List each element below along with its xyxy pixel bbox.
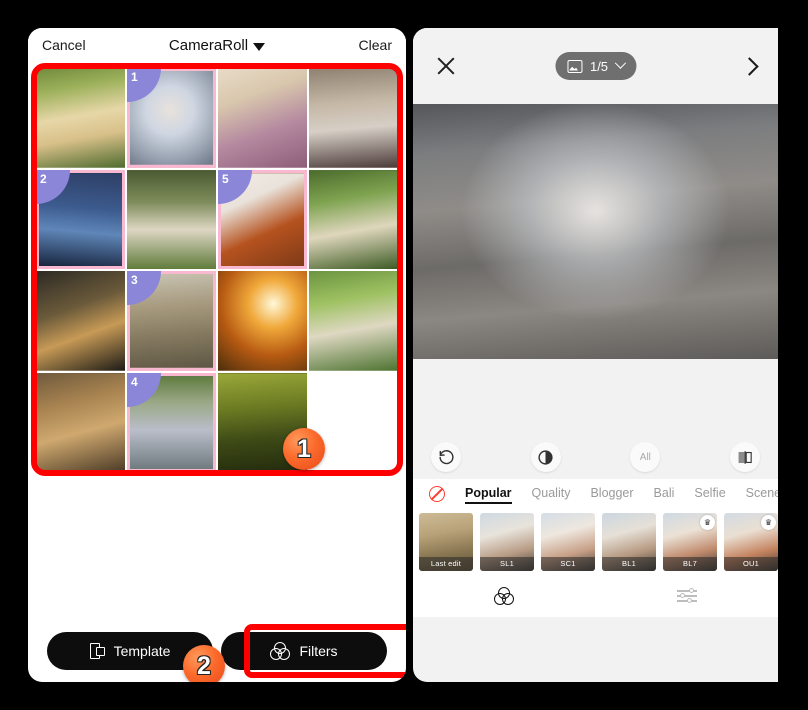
- compare-button[interactable]: [730, 442, 761, 472]
- crown-icon: ♛: [761, 515, 776, 530]
- photo-thumbnail: [36, 68, 125, 168]
- clear-button[interactable]: Clear: [359, 37, 392, 53]
- photo-cell[interactable]: [36, 372, 125, 472]
- photo-cell[interactable]: [309, 68, 398, 168]
- filter-thumb[interactable]: BL1: [602, 513, 656, 571]
- nav-adjust[interactable]: [596, 588, 779, 604]
- filter-category-tabs[interactable]: Popular Quality Blogger Bali Selfie Scen…: [413, 479, 778, 509]
- photo-thumbnail: [309, 68, 398, 168]
- photo-cell[interactable]: [36, 68, 125, 168]
- photo-cell[interactable]: [309, 169, 398, 269]
- album-title: CameraRoll: [168, 36, 249, 54]
- template-icon: [89, 643, 105, 659]
- editor-header: 1/5: [413, 28, 778, 104]
- counter-label: 1/5: [589, 58, 609, 74]
- filter-label: BL1: [602, 557, 656, 571]
- filter-label: SL1: [480, 557, 534, 571]
- chevron-down-icon: [614, 57, 626, 69]
- no-filter-icon[interactable]: [429, 486, 445, 502]
- photo-thumbnail: [218, 68, 307, 168]
- filter-thumb-premium[interactable]: ♛ OU1: [724, 513, 778, 571]
- photo-preview[interactable]: [413, 104, 778, 359]
- all-filter-button[interactable]: All: [630, 442, 661, 472]
- photo-thumbnail: [218, 271, 307, 371]
- chevron-down-icon: [253, 43, 266, 51]
- filter-label: Last edit: [419, 557, 473, 571]
- contrast-button[interactable]: [530, 442, 561, 472]
- sliders-icon: [676, 588, 697, 604]
- tab-scenery[interactable]: Scenery: [746, 486, 778, 503]
- photo-thumbnail: [309, 271, 398, 371]
- circles-icon: [270, 641, 291, 661]
- filters-button[interactable]: Filters: [221, 632, 387, 670]
- cancel-button[interactable]: Cancel: [42, 37, 86, 53]
- tab-bali[interactable]: Bali: [654, 486, 675, 503]
- photo-cell-selected[interactable]: 2: [36, 169, 125, 269]
- picker-topbar: Cancel CameraRoll Clear: [28, 28, 406, 62]
- tab-quality[interactable]: Quality: [532, 486, 571, 503]
- tab-selfie[interactable]: Selfie: [694, 486, 725, 503]
- photo-picker-panel: Cancel CameraRoll Clear 1 2 5 3 4 Templa…: [28, 28, 406, 682]
- filter-thumb[interactable]: Last edit: [419, 513, 473, 571]
- editor-bottom-nav: [413, 575, 778, 617]
- circles-icon: [494, 586, 515, 606]
- nav-filters[interactable]: [413, 586, 596, 606]
- page-counter[interactable]: 1/5: [554, 52, 637, 80]
- close-icon[interactable]: [435, 55, 457, 77]
- photo-grid-list: 1 2 5 3 4: [36, 68, 398, 472]
- filters-label: Filters: [299, 643, 338, 659]
- photo-cell-selected[interactable]: 4: [127, 372, 216, 472]
- photo-cell[interactable]: [127, 169, 216, 269]
- photo-cell-selected[interactable]: 3: [127, 271, 216, 371]
- image-icon: [566, 59, 582, 73]
- annotation-marker-2: 2: [183, 645, 225, 682]
- tab-blogger[interactable]: Blogger: [590, 486, 633, 503]
- filter-thumb[interactable]: SL1: [480, 513, 534, 571]
- photo-grid[interactable]: 1 2 5 3 4: [36, 68, 398, 472]
- photo-thumbnail: [36, 271, 125, 371]
- filter-label: OU1: [724, 557, 778, 571]
- editor-tool-row: All: [413, 435, 778, 479]
- photo-cell-selected[interactable]: 1: [127, 68, 216, 168]
- photo-cell[interactable]: [36, 271, 125, 371]
- photo-cell[interactable]: [218, 271, 307, 371]
- tab-popular[interactable]: Popular: [465, 486, 512, 504]
- photo-thumbnail: [36, 372, 125, 472]
- screenshot-stage: Cancel CameraRoll Clear 1 2 5 3 4 Templa…: [0, 0, 808, 710]
- photo-cell[interactable]: [218, 68, 307, 168]
- photo-cell-selected[interactable]: 5: [218, 169, 307, 269]
- photo-thumbnail: [309, 169, 398, 269]
- template-label: Template: [113, 643, 171, 659]
- reset-button[interactable]: [431, 442, 461, 472]
- crown-icon: ♛: [700, 515, 715, 530]
- photo-thumbnail: [127, 169, 216, 269]
- filter-label: SC1: [541, 557, 595, 571]
- next-photo-icon[interactable]: [740, 56, 759, 76]
- filter-thumb[interactable]: SC1: [541, 513, 595, 571]
- photo-editor-panel: 1/5 All Popular Quality Blogger Bali Sel…: [413, 28, 778, 682]
- annotation-marker-1: 1: [283, 428, 325, 470]
- preview-spacer: [413, 359, 778, 435]
- filter-thumb-premium[interactable]: ♛ BL7: [663, 513, 717, 571]
- filter-label: BL7: [663, 557, 717, 571]
- filter-thumbnail-strip[interactable]: Last edit SL1 SC1 BL1 ♛ BL7 ♛ OU1: [413, 509, 778, 575]
- photo-cell[interactable]: [309, 271, 398, 371]
